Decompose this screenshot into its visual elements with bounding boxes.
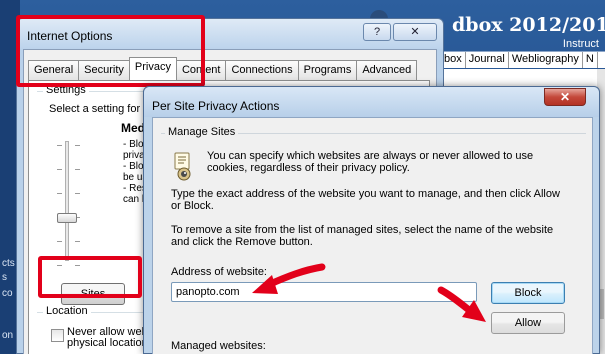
instruction-remove: To remove a site from the list of manage… [171,224,553,248]
close-button[interactable]: ✕ [393,23,437,41]
slider-tick [57,145,62,146]
per-site-close-button[interactable]: ✕ [544,88,586,106]
intro-line: You can specify which websites are alway… [207,150,534,162]
tab-privacy[interactable]: Privacy [128,57,177,80]
never-allow-location-label: Never allow webs physical location [67,327,153,349]
background-fragment: cts [2,258,15,269]
background-fragment: s [2,272,7,283]
select-setting-text: Select a setting for [49,103,141,115]
tab-programs[interactable]: Programs [297,60,358,80]
instruction-line: or Block. [171,200,214,212]
slider-tick [57,169,62,170]
slider-tick [75,241,80,242]
address-label: Address of website: [171,266,267,278]
slider-tick [57,193,62,194]
background-fragment: co [2,288,13,299]
slider-tick [75,145,80,146]
intro-text: You can specify which websites are alway… [207,150,533,174]
background-nav-item[interactable]: Journal [466,52,509,68]
location-group-label: Location [43,305,91,317]
tab-advanced[interactable]: Advanced [356,60,418,80]
slider-tick [75,193,80,194]
slider-tick [75,169,80,170]
never-allow-location-checkbox[interactable] [51,329,64,342]
checkbox-label-line: physical location [67,337,148,349]
intro-line: cookies, regardless of their privacy pol… [207,162,410,174]
highlight-sites-button [38,256,142,298]
background-nav-bar: box Journal Webliography N [444,51,605,68]
privacy-slider-thumb[interactable] [57,213,77,223]
privacy-cookie-icon [174,152,191,181]
instruction-line: and click the Remove button. [171,236,313,248]
website-address-input[interactable]: panopto.com [171,282,477,302]
privacy-slider-track[interactable] [65,141,69,261]
instruction-allow-block: Type the exact address of the website yo… [171,188,560,212]
tab-connections[interactable]: Connections [225,60,299,80]
instruction-line: To remove a site from the list of manage… [171,224,554,236]
instruction-line: Type the exact address of the website yo… [171,188,560,200]
slider-tick [57,241,62,242]
managed-websites-label: Managed websites: [171,340,266,352]
manage-sites-label: Manage Sites [165,126,239,138]
per-site-privacy-window: Per Site Privacy Actions ✕ Manage Sites … [143,86,600,354]
block-button[interactable]: Block [491,282,565,304]
per-site-body: Manage Sites You can specify which websi… [152,117,593,354]
background-page-title: dbox 2012/201 [452,14,605,36]
background-fragment: on [2,330,14,341]
per-site-titlebar[interactable]: Per Site Privacy Actions ✕ [144,87,599,117]
background-nav-item[interactable]: N [583,52,598,68]
background-page-subtitle: Instruct [562,38,599,50]
help-button[interactable]: ? [363,23,391,41]
per-site-title: Per Site Privacy Actions [152,99,280,113]
background-nav-item[interactable]: Webliography [509,52,583,68]
background-nav-item[interactable]: box [444,52,466,68]
allow-button[interactable]: Allow [491,312,565,334]
